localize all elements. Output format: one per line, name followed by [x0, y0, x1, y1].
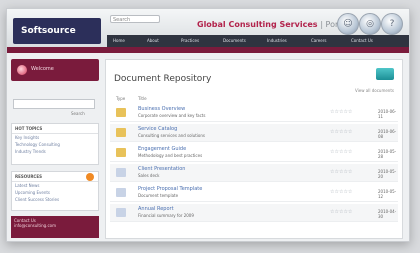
doc-title[interactable]: Service Catalog — [138, 126, 177, 132]
doc-title[interactable]: Project Proposal Template — [138, 186, 202, 192]
nav-item-about[interactable]: About — [147, 35, 159, 47]
header-band — [7, 47, 409, 53]
nav-item-home[interactable]: Home — [113, 35, 125, 47]
doc-date: 2010-05-12 — [378, 189, 397, 199]
document-icon — [116, 168, 126, 177]
resources-panel: RESOURCES Latest News Upcoming Events Cl… — [11, 171, 99, 211]
doc-date: 2010-04-30 — [378, 209, 397, 219]
topic-link[interactable]: Technology Consulting — [12, 141, 98, 148]
doc-date: 2010-06-08 — [378, 129, 397, 139]
star-rating[interactable]: ☆☆☆☆☆ — [330, 109, 352, 115]
view-all-link[interactable]: View all documents — [355, 88, 394, 93]
sidebar-search-button[interactable]: Search — [71, 111, 85, 116]
resources-heading: RESOURCES — [12, 172, 98, 182]
hot-topics-panel: HOT TOPICS Key Insights Technology Consu… — [11, 123, 99, 165]
doc-date: 2010-05-20 — [378, 169, 397, 179]
sidebar-search-input[interactable] — [13, 99, 95, 109]
table-row[interactable]: Business Overview Corporate overview and… — [110, 104, 398, 122]
doc-title[interactable]: Annual Report — [138, 206, 174, 212]
footer-line[interactable]: info@consulting.com — [14, 223, 96, 228]
doc-subtitle: Methodology and best practices — [138, 153, 203, 158]
logo[interactable]: Softsource — [13, 18, 101, 44]
star-rating[interactable]: ☆☆☆☆☆ — [330, 129, 352, 135]
folder-icon — [116, 148, 126, 157]
header: Softsource Search Global Consulting Serv… — [7, 9, 409, 47]
welcome-label: Welcome — [31, 66, 54, 72]
avatar — [17, 65, 27, 75]
document-icon — [116, 188, 126, 197]
nav-item-contact[interactable]: Contact Us — [351, 35, 373, 47]
doc-subtitle: Consulting services and solutions — [138, 133, 205, 138]
doc-title[interactable]: Business Overview — [138, 106, 185, 112]
search-input[interactable]: Search — [110, 15, 160, 23]
portal-window: Softsource Search Global Consulting Serv… — [6, 8, 410, 242]
column-header-type[interactable]: Type — [116, 96, 125, 101]
doc-title[interactable]: Engagement Guide — [138, 146, 186, 152]
folder-icon — [116, 128, 126, 137]
page-title: Document Repository — [114, 74, 212, 84]
sidebar-footer: Contact Us info@consulting.com — [11, 216, 99, 238]
nav-item-industries[interactable]: Industries — [267, 35, 287, 47]
resource-link[interactable]: Latest News — [12, 182, 98, 189]
user-icon[interactable]: ☺ — [337, 13, 359, 35]
doc-subtitle: Sales deck — [138, 173, 160, 178]
sidebar: Welcome Search HOT TOPICS Key Insights T… — [11, 59, 99, 239]
table-row[interactable]: Service Catalog Consulting services and … — [110, 124, 398, 142]
resource-link[interactable]: Client Success Stories — [12, 196, 98, 203]
hot-topics-heading: HOT TOPICS — [12, 124, 98, 134]
main-nav: Home About Practices Documents Industrie… — [107, 35, 409, 47]
upload-button[interactable] — [376, 68, 394, 80]
portal-title: Global Consulting Services | Portal — [197, 20, 349, 29]
star-rating[interactable]: ☆☆☆☆☆ — [330, 209, 352, 215]
topic-link[interactable]: Key Insights — [12, 134, 98, 141]
nav-item-careers[interactable]: Careers — [311, 35, 326, 47]
doc-date: 2010-06-11 — [378, 109, 397, 119]
resources-heading-text: RESOURCES — [15, 174, 42, 179]
table-row[interactable]: Engagement Guide Methodology and best pr… — [110, 144, 398, 162]
document-repository: Document Repository View all documents T… — [105, 59, 403, 239]
star-rating[interactable]: ☆☆☆☆☆ — [330, 189, 352, 195]
column-header-title[interactable]: Title — [138, 96, 147, 101]
star-rating[interactable]: ☆☆☆☆☆ — [330, 149, 352, 155]
doc-subtitle: Document template — [138, 193, 179, 198]
rss-icon[interactable] — [86, 173, 94, 181]
nav-item-documents[interactable]: Documents — [223, 35, 246, 47]
doc-subtitle: Financial summary for 2009 — [138, 213, 194, 218]
globe-icon[interactable]: ◎ — [359, 13, 381, 35]
doc-title[interactable]: Client Presentation — [138, 166, 185, 172]
doc-date: 2010-05-28 — [378, 149, 397, 159]
topic-link[interactable]: Industry Trends — [12, 148, 98, 155]
help-icon[interactable]: ? — [381, 13, 403, 35]
resource-link[interactable]: Upcoming Events — [12, 189, 98, 196]
document-icon — [116, 208, 126, 217]
folder-icon — [116, 108, 126, 117]
table-row[interactable]: Client Presentation Sales deck ☆☆☆☆☆ 201… — [110, 164, 398, 182]
star-rating[interactable]: ☆☆☆☆☆ — [330, 169, 352, 175]
sidebar-welcome[interactable]: Welcome — [11, 59, 99, 81]
portal-title-text: Global Consulting Services — [197, 20, 318, 29]
nav-item-practices[interactable]: Practices — [181, 35, 199, 47]
doc-subtitle: Corporate overview and key facts — [138, 113, 206, 118]
table-row[interactable]: Project Proposal Template Document templ… — [110, 184, 398, 202]
table-row[interactable]: Annual Report Financial summary for 2009… — [110, 204, 398, 222]
